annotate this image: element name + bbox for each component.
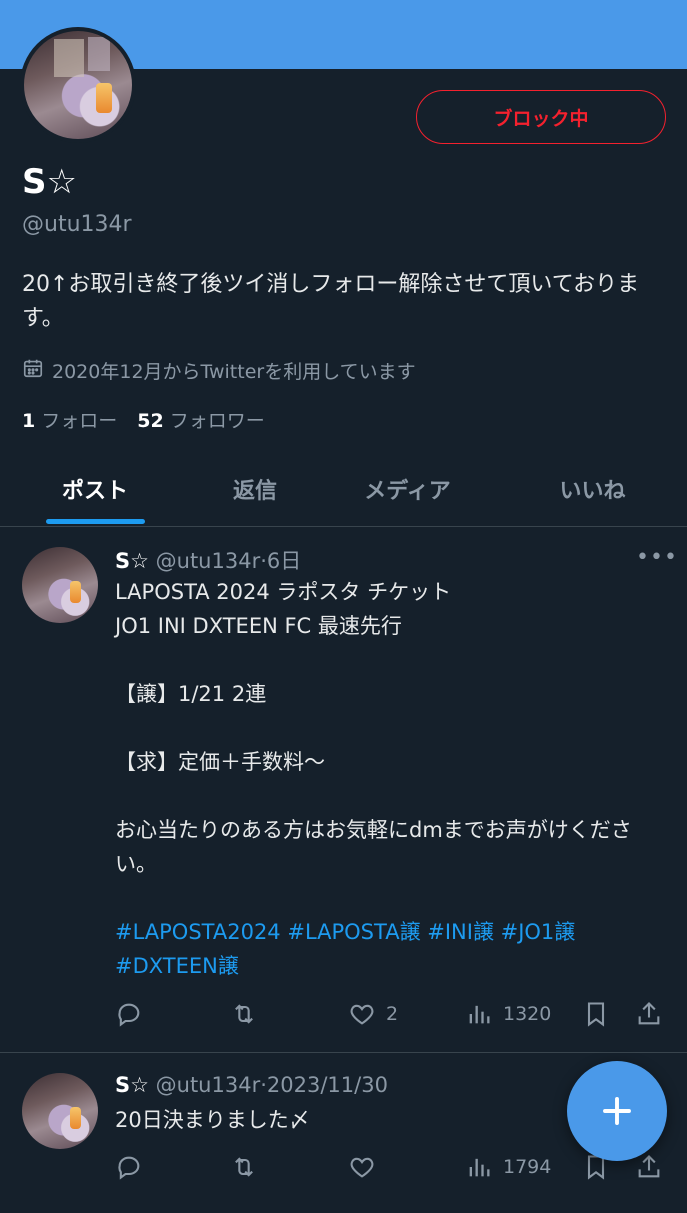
- tweet-line: 【求】定価＋手数料〜: [115, 750, 325, 774]
- reply-button[interactable]: [115, 1000, 143, 1028]
- tab-likes[interactable]: いいね: [500, 452, 685, 526]
- bookmark-button[interactable]: [582, 1000, 610, 1028]
- reply-icon: [118, 1156, 140, 1180]
- tweet-line: [115, 779, 660, 813]
- tab-media[interactable]: メディア: [320, 452, 495, 526]
- tab-replies[interactable]: 返信: [170, 452, 340, 526]
- follow-stats: 1 フォロー 52 フォロワー: [22, 406, 265, 433]
- following-count: 1: [22, 410, 36, 432]
- separator: ·: [260, 1073, 267, 1097]
- tweet-line: [115, 881, 660, 915]
- following-link[interactable]: 1 フォロー: [22, 406, 117, 433]
- followers-link[interactable]: 52 フォロワー: [137, 406, 265, 433]
- tweet-avatar[interactable]: [22, 1073, 98, 1149]
- tweet-actions: 1794: [115, 1153, 670, 1183]
- more-icon[interactable]: •••: [636, 545, 678, 570]
- tweet-actions: 2 1320: [115, 1000, 670, 1030]
- views-icon: [469, 1158, 490, 1177]
- joined-date: 2020年12月からTwitterを利用しています: [22, 357, 416, 384]
- tweet-author-name[interactable]: S☆: [115, 549, 149, 573]
- views-button[interactable]: 1320: [465, 1000, 551, 1028]
- views-count: 1320: [503, 1003, 552, 1025]
- tab-posts[interactable]: ポスト: [0, 452, 190, 526]
- bookmark-icon: [587, 1002, 605, 1027]
- tweet-hashtags[interactable]: #LAPOSTA2024 #LAPOSTA譲 #INI譲 #JO1譲 #DXTE…: [115, 915, 660, 983]
- tweet-header: S☆ @utu134r·6日: [115, 545, 301, 575]
- tweet-line: [115, 643, 660, 677]
- tweet-line: LAPOSTA 2024 ラポスタ チケット: [115, 580, 452, 604]
- blocking-button[interactable]: ブロック中: [416, 90, 666, 144]
- followers-label: フォロワー: [169, 410, 265, 432]
- share-icon: [638, 1155, 660, 1178]
- share-button[interactable]: [635, 1153, 663, 1181]
- heart-icon: [350, 1157, 374, 1178]
- reply-icon: [118, 1003, 140, 1027]
- tweet-avatar[interactable]: [22, 547, 98, 623]
- tweet-time[interactable]: 6日: [267, 549, 301, 573]
- retweet-button[interactable]: [230, 1153, 258, 1181]
- following-label: フォロー: [41, 410, 118, 432]
- retweet-icon: [235, 1157, 253, 1177]
- separator: ·: [260, 549, 267, 573]
- heart-icon: [350, 1004, 374, 1025]
- profile-bio: 20↑お取引き終了後ツイ消しフォロー解除させて頂いております。: [22, 272, 640, 331]
- profile-name: S☆: [22, 162, 77, 202]
- tweet-author-handle[interactable]: @utu134r: [156, 549, 261, 573]
- calendar-icon: [22, 357, 44, 384]
- tweet-text: LAPOSTA 2024 ラポスタ チケット JO1 INI DXTEEN FC…: [115, 575, 660, 983]
- joined-text: 2020年12月からTwitterを利用しています: [52, 361, 416, 383]
- share-button[interactable]: [635, 1000, 663, 1028]
- tweet-line: お心当たりのある方はお気軽にdmまでお声がけください。: [115, 818, 632, 876]
- tweet-header: S☆ @utu134r·2023/11/30: [115, 1073, 388, 1097]
- profile-handle: @utu134r: [22, 212, 132, 237]
- like-button[interactable]: [348, 1153, 376, 1181]
- reply-button[interactable]: [115, 1153, 143, 1181]
- profile-tabs: ポスト 返信 メディア いいね: [0, 452, 687, 527]
- tweet-author-handle[interactable]: @utu134r: [156, 1073, 261, 1097]
- views-icon: [469, 1005, 490, 1024]
- tweet-author-name[interactable]: S☆: [115, 1073, 149, 1097]
- like-count: 2: [386, 1003, 399, 1025]
- tweet-line: JO1 INI DXTEEN FC 最速先行: [115, 614, 402, 638]
- tweet[interactable]: S☆ @utu134r·6日 ••• LAPOSTA 2024 ラポスタ チケッ…: [0, 527, 687, 1053]
- profile-avatar[interactable]: [20, 27, 136, 143]
- followers-count: 52: [137, 410, 164, 432]
- retweet-icon: [235, 1004, 253, 1024]
- retweet-button[interactable]: [230, 1000, 258, 1028]
- share-icon: [638, 1002, 660, 1025]
- tweet-time[interactable]: 2023/11/30: [267, 1073, 388, 1097]
- like-button[interactable]: 2: [348, 1000, 398, 1028]
- tweet-line: 【譲】1/21 2連: [115, 682, 267, 706]
- views-count: 1794: [503, 1156, 552, 1178]
- compose-button[interactable]: [567, 1061, 667, 1161]
- active-tab-indicator: [46, 519, 145, 524]
- tweet-line: [115, 711, 660, 745]
- views-button[interactable]: 1794: [465, 1153, 551, 1181]
- compose-plus-icon: [603, 1097, 631, 1125]
